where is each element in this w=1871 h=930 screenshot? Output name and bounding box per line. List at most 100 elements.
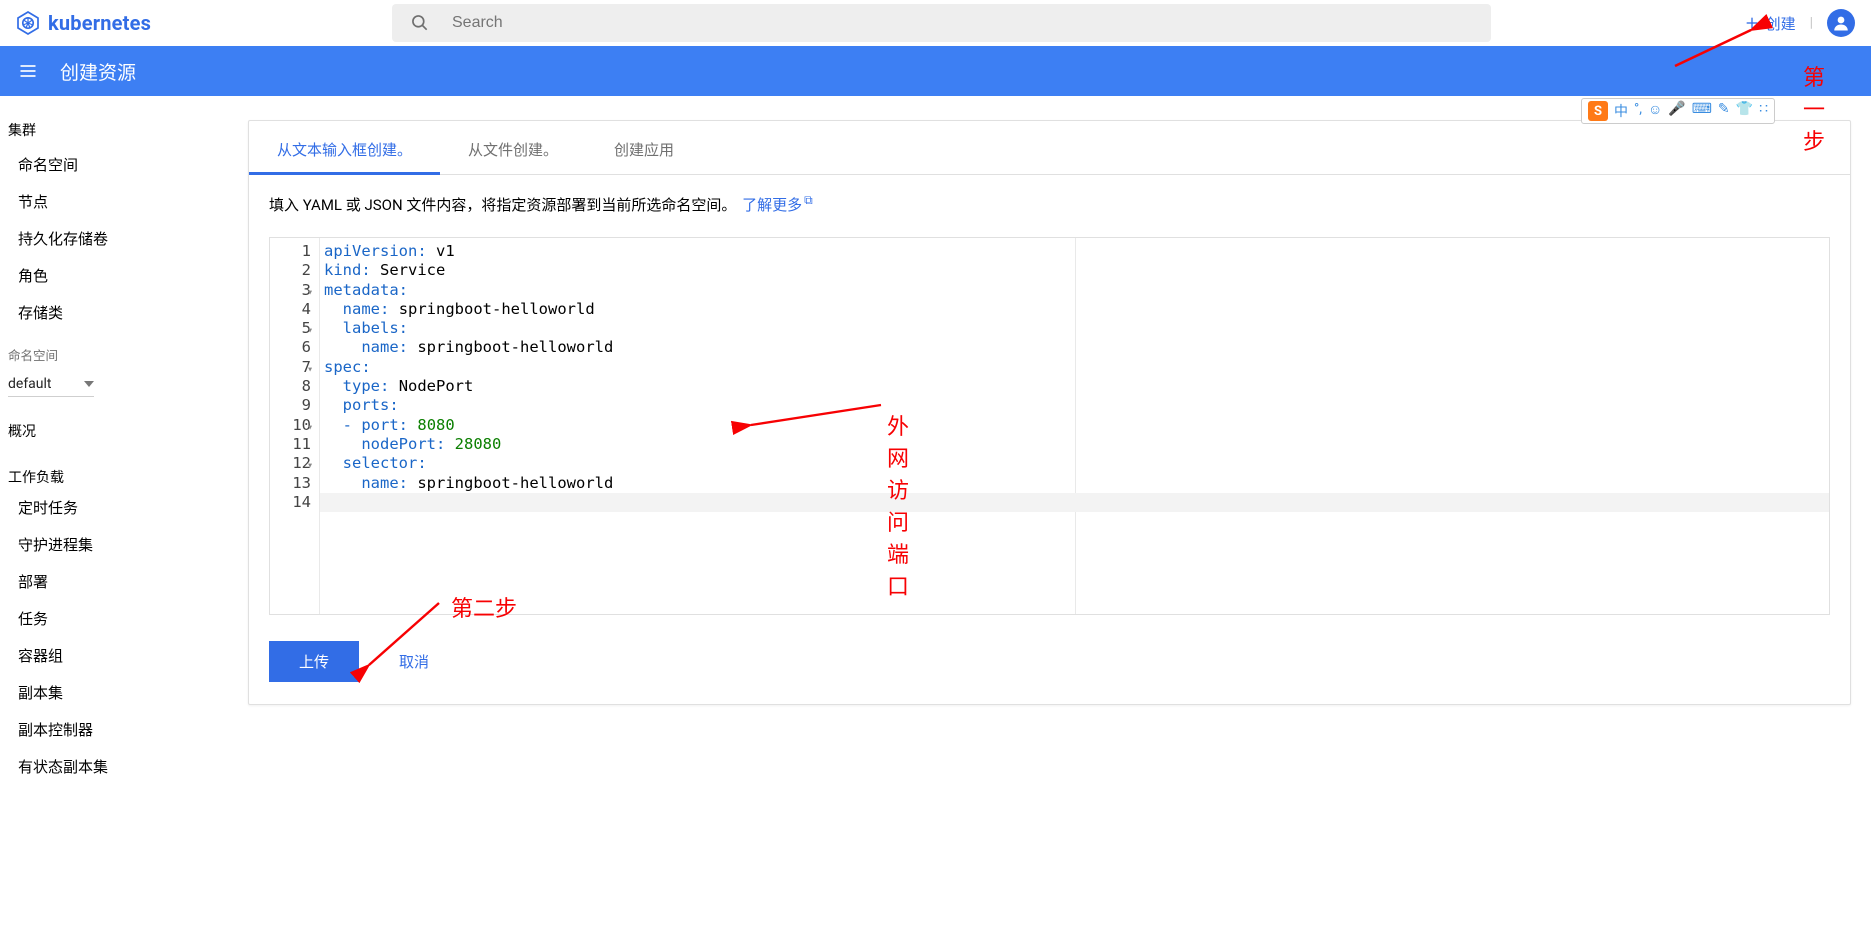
sidebar-item[interactable]: 存储类 [0,294,234,331]
sidebar-item[interactable]: 部署 [0,563,234,600]
code-line[interactable]: type: NodePort [324,377,1823,396]
ime-item[interactable]: 👕 [1736,101,1753,121]
ime-items: 中 °, ☺ 🎤 ⌨ ✎ 👕 ∷ [1614,101,1768,121]
fold-icon[interactable]: ▸ [300,424,319,430]
description-text: 填入 YAML 或 JSON 文件内容，将指定资源部署到当前所选命名空间。 [269,196,736,214]
sidebar-workload-items: 定时任务守护进程集部署任务容器组副本集副本控制器有状态副本集 [0,489,234,785]
sidebar-item[interactable]: 角色 [0,257,234,294]
ime-item[interactable]: ✎ [1718,101,1730,121]
editor-code-area[interactable]: apiVersion: v1kind: Servicemetadata: nam… [320,238,1829,614]
sidebar-item[interactable]: 有状态副本集 [0,748,234,785]
ime-item[interactable]: ☺ [1648,101,1662,121]
code-line[interactable]: labels: [324,319,1823,338]
gutter-line: 13 [270,474,311,493]
namespace-select[interactable]: default [8,372,94,397]
sidebar-item[interactable]: 持久化存储卷 [0,220,234,257]
learn-more-link[interactable]: 了解更多⧉ [742,196,813,214]
tab-from-input[interactable]: 从文本输入框创建。 [249,121,440,174]
search-box[interactable] [392,4,1491,42]
hamburger-button[interactable] [10,53,46,89]
create-card: 从文本输入框创建。 从文件创建。 创建应用 填入 YAML 或 JSON 文件内… [248,120,1851,705]
code-line[interactable]: kind: Service [324,261,1823,280]
gutter-line: 11 [270,435,311,454]
fold-icon[interactable]: ▸ [300,366,319,372]
sidebar-group-workloads[interactable]: 工作负载 [0,457,234,489]
page-title: 创建资源 [60,58,136,85]
namespace-selected: default [8,376,52,392]
blue-toolbar: 创建资源 [0,46,1871,96]
code-line[interactable]: - port: 8080 [324,416,1823,435]
code-line[interactable]: name: springboot-helloworld [324,338,1823,357]
editor-active-line [320,493,1829,512]
code-line[interactable]: spec: [324,358,1823,377]
tab-create-app[interactable]: 创建应用 [586,121,702,174]
code-line[interactable]: ports: [324,396,1823,415]
plus-icon [1744,15,1760,31]
cancel-button[interactable]: 取消 [393,650,435,673]
ime-logo-icon: S [1588,101,1608,121]
sidebar-item[interactable]: 副本控制器 [0,711,234,748]
yaml-editor[interactable]: 123▸45▸67▸8910▸1112▸1314 apiVersion: v1k… [269,237,1830,615]
sidebar-namespace-label: 命名空间 [0,331,234,366]
gutter-line: 1 [270,242,311,261]
sidebar-item[interactable]: 命名空间 [0,146,234,183]
ime-item[interactable]: ⌨ [1692,101,1712,121]
separator: | [1810,15,1813,31]
gutter-line: 8 [270,377,311,396]
search-input[interactable] [450,13,1473,33]
sidebar: 集群 命名空间节点持久化存储卷角色存储类 命名空间 default 概况 工作负… [0,96,234,815]
code-line[interactable]: metadata: [324,281,1823,300]
code-line[interactable]: selector: [324,454,1823,473]
brand-text: kubernetes [48,11,151,35]
sidebar-item-overview[interactable]: 概况 [0,411,234,443]
ime-item[interactable]: 中 [1614,101,1628,121]
gutter-line: 6 [270,338,311,357]
tab-from-file[interactable]: 从文件创建。 [440,121,586,174]
create-button[interactable]: 创建 [1744,13,1796,34]
body-container: 集群 命名空间节点持久化存储卷角色存储类 命名空间 default 概况 工作负… [0,96,1871,815]
ime-item[interactable]: 🎤 [1668,101,1685,121]
sidebar-group-cluster[interactable]: 集群 [0,114,234,146]
gutter-line: 10▸ [270,416,311,435]
sidebar-item[interactable]: 守护进程集 [0,526,234,563]
upload-button[interactable]: 上传 [269,641,359,682]
tab-panel: 填入 YAML 或 JSON 文件内容，将指定资源部署到当前所选命名空间。 了解… [249,175,1850,704]
chevron-down-icon [84,381,94,387]
gutter-line: 2 [270,261,311,280]
user-avatar[interactable] [1827,9,1855,37]
fold-icon[interactable]: ▸ [300,328,319,334]
ime-item[interactable]: ∷ [1759,101,1768,121]
sidebar-item[interactable]: 定时任务 [0,489,234,526]
sidebar-item[interactable]: 任务 [0,600,234,637]
gutter-line: 4 [270,300,311,319]
ime-toolbar[interactable]: S 中 °, ☺ 🎤 ⌨ ✎ 👕 ∷ [1581,98,1775,124]
gutter-line: 9 [270,396,311,415]
gutter-line: 7▸ [270,358,311,377]
code-line[interactable]: nodePort: 28080 [324,435,1823,454]
code-line[interactable]: apiVersion: v1 [324,242,1823,261]
gutter-line: 12▸ [270,454,311,473]
code-line[interactable]: name: springboot-helloworld [324,300,1823,319]
search-icon [410,13,430,33]
kubernetes-icon [16,11,40,35]
tabs: 从文本输入框创建。 从文件创建。 创建应用 [249,121,1850,175]
hamburger-icon [18,61,38,81]
sidebar-item[interactable]: 容器组 [0,637,234,674]
fold-icon[interactable]: ▸ [300,463,319,469]
brand-logo[interactable]: kubernetes [16,11,151,35]
create-label: 创建 [1766,13,1796,34]
gutter-line: 14 [270,493,311,512]
editor-gutter: 123▸45▸67▸8910▸1112▸1314 [270,238,320,614]
top-header: kubernetes 创建 | [0,0,1871,46]
code-line[interactable]: name: springboot-helloworld [324,474,1823,493]
top-actions: 创建 | [1744,0,1855,46]
external-link-icon: ⧉ [804,193,813,207]
gutter-line: 5▸ [270,319,311,338]
sidebar-item[interactable]: 节点 [0,183,234,220]
ime-item[interactable]: °, [1634,101,1642,121]
action-bar: 上传 取消 [269,641,1830,682]
gutter-line: 3▸ [270,281,311,300]
sidebar-item[interactable]: 副本集 [0,674,234,711]
description: 填入 YAML 或 JSON 文件内容，将指定资源部署到当前所选命名空间。 了解… [269,193,1830,215]
fold-icon[interactable]: ▸ [300,289,319,295]
